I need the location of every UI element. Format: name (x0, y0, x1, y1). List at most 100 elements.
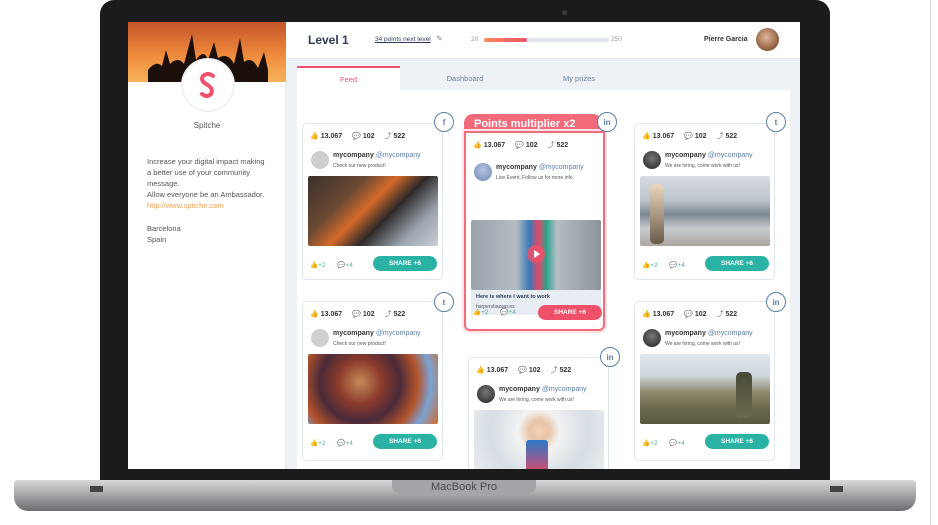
camera (562, 10, 567, 15)
share-button[interactable]: SHARE +6 (538, 305, 602, 320)
linkedin-icon: in (600, 347, 620, 367)
share-button[interactable]: SHARE +6 (705, 256, 769, 271)
about-line: a better use of your community (147, 168, 250, 177)
post-text: Live Event, Follow us for more info. (496, 175, 575, 181)
post-footer: 👍+2 💬+4 (310, 261, 363, 269)
shares-count: 522 (393, 311, 406, 318)
like-points: +2 (318, 440, 326, 447)
share-button[interactable]: SHARE +6 (705, 434, 769, 449)
like-points: +2 (318, 262, 326, 269)
author-name: mycompany (665, 152, 706, 159)
post-stats: 👍 13.067 💬 102 ⤴ 522 (642, 309, 745, 319)
post-image (308, 354, 438, 424)
comment-points: +4 (677, 440, 685, 447)
laptop-hinge-right (830, 486, 843, 492)
comments-count: 102 (525, 142, 538, 149)
share-icon: ⤴ (547, 142, 555, 149)
share-icon: ⤴ (384, 311, 392, 318)
about-line: message. (147, 179, 180, 188)
post-text: We are hiring, come work with us! (499, 397, 574, 403)
shares-count: 522 (725, 133, 738, 140)
tab-my-prizes[interactable]: My prizes (529, 66, 629, 90)
play-icon[interactable] (527, 245, 545, 263)
likes-count: 13.067 (486, 367, 509, 374)
comments-count: 102 (694, 311, 707, 318)
user-name[interactable]: Pierre Garcia (704, 36, 748, 43)
facebook-icon: f (434, 112, 454, 132)
company-avatar (311, 151, 329, 169)
about-line: Increase your digital impact making (147, 157, 265, 166)
comment-points: +4 (677, 262, 685, 269)
post-video-thumbnail[interactable] (471, 220, 601, 290)
post-header: mycompany @mycompany Check our new produ… (311, 151, 436, 177)
comment-points: +4 (345, 440, 353, 447)
company-avatar (311, 329, 329, 347)
shares-count: 522 (725, 311, 738, 318)
shares-count: 522 (393, 133, 406, 140)
thumbs-up-icon: 👍 (310, 440, 319, 447)
thumbs-up-icon: 👍 (476, 367, 485, 374)
company-avatar (643, 151, 661, 169)
comment-icon: 💬 (684, 311, 693, 318)
thumbs-up-icon: 👍 (473, 309, 482, 316)
tab-feed[interactable]: Feed (297, 66, 400, 90)
post-stats: 👍 13.067 💬 102 ⤴ 522 (476, 365, 579, 375)
share-button[interactable]: SHARE +6 (373, 256, 437, 271)
post-card: 👍 13.067 💬 102 ⤴ 522 mycompany @mycompany W… (634, 123, 775, 280)
thumbs-up-icon: 👍 (310, 262, 319, 269)
points-progress (484, 38, 609, 42)
company-avatar (474, 163, 492, 181)
app-screen: Spitche Increase your digital impact mak… (128, 22, 800, 469)
tab-dashboard[interactable]: Dashboard (415, 66, 515, 90)
post-image (640, 176, 770, 246)
likes-count: 13.067 (320, 311, 343, 318)
comment-points: +4 (508, 309, 516, 316)
post-image (474, 410, 604, 469)
post-header: mycompany @mycompany We are hiring, come… (477, 385, 602, 411)
post-image-figure (650, 184, 664, 244)
linkedin-icon: in (597, 112, 617, 132)
likes-count: 13.067 (483, 142, 506, 149)
author-handle: @mycompany (707, 330, 753, 337)
brand-logo (183, 60, 233, 110)
avatar[interactable] (756, 28, 779, 51)
points-progress-fill (484, 38, 527, 42)
shares-count: 522 (559, 367, 572, 374)
share-icon: ⤴ (384, 133, 392, 140)
post-image (640, 354, 770, 424)
twitter-icon: t (766, 112, 786, 132)
post-image-figure (526, 440, 548, 469)
post-card: 👍 13.067 💬 102 ⤴ 522 mycompany @mycompany C… (302, 301, 443, 461)
share-button[interactable]: SHARE +6 (373, 434, 437, 449)
post-stats: 👍 13.067 💬 102 ⤴ 522 (473, 140, 576, 150)
next-level-link[interactable]: 34 points next level (375, 36, 431, 43)
author-name: mycompany (665, 330, 706, 337)
company-avatar (643, 329, 661, 347)
country: Spain (147, 235, 167, 244)
device-label: MacBook Pro (430, 481, 498, 493)
divider (930, 0, 931, 525)
post-card: 👍 13.067 💬 102 ⤴ 522 mycompany @mycompany W… (634, 301, 775, 461)
post-footer: 👍+2 💬+4 (642, 261, 695, 269)
post-text: Check our new product! (333, 341, 386, 347)
top-bar: Level 1 34 points next level ✎ 20 250 Pi… (286, 22, 800, 59)
thumbs-up-icon: 👍 (642, 262, 651, 269)
post-stats: 👍 13.067 💬 102 ⤴ 522 (310, 309, 413, 319)
brand-description: Increase your digital impact making a be… (147, 156, 277, 211)
share-icon: ⤴ (716, 133, 724, 140)
comments-count: 102 (694, 133, 707, 140)
author-name: mycompany (496, 164, 537, 171)
like-points: +2 (481, 309, 489, 316)
likes-count: 13.067 (652, 133, 675, 140)
post-stats: 👍 13.067 💬 102 ⤴ 522 (310, 131, 413, 141)
share-icon: ⤴ (550, 367, 558, 374)
website-link[interactable]: http://www.spitche.com (147, 200, 277, 211)
points-min: 20 (471, 36, 479, 43)
company-avatar (477, 385, 495, 403)
twitter-icon: t (434, 292, 454, 312)
link-title: Here is where I want to work (476, 294, 550, 300)
comments-count: 102 (362, 133, 375, 140)
author-handle: @mycompany (538, 164, 584, 171)
comment-icon: 💬 (684, 133, 693, 140)
product-mockup: MacBook Pro Spitche Increase your digita… (0, 0, 938, 525)
